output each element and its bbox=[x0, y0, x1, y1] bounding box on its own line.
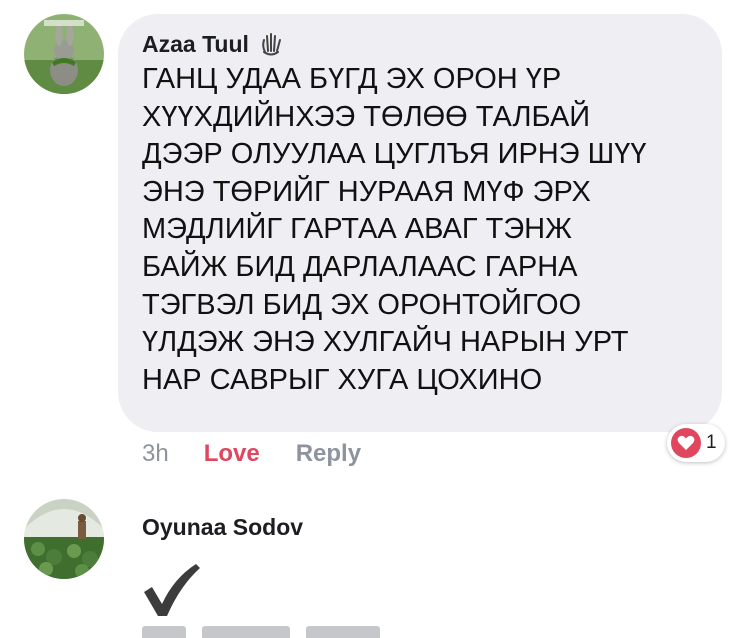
avatar-azaa-tuul[interactable] bbox=[24, 14, 104, 94]
waving-hand-icon bbox=[257, 30, 285, 58]
comment-timestamp[interactable]: 3h bbox=[142, 440, 169, 468]
heart-icon bbox=[669, 426, 703, 460]
comment-author-azaa-tuul[interactable]: Azaa Tuul bbox=[142, 30, 285, 58]
love-button[interactable]: Love bbox=[204, 440, 260, 468]
comment-text: ГАНЦ УДАА БҮГД ЭХ ОРОН ҮР ХҮҮХДИЙНХЭЭ ТӨ… bbox=[142, 63, 647, 396]
comment-actions: 3h Love Reply bbox=[142, 437, 361, 471]
avatar-oyunaa-sodov[interactable] bbox=[24, 499, 104, 579]
next-comment-actions-cut-off bbox=[142, 626, 402, 638]
checkmark-icon bbox=[140, 560, 202, 620]
comment-author-oyunaa-sodov[interactable]: Oyunaa Sodov bbox=[142, 514, 303, 541]
reply-button[interactable]: Reply bbox=[296, 440, 361, 468]
reaction-summary[interactable]: 1 bbox=[667, 424, 725, 462]
reaction-count: 1 bbox=[706, 432, 717, 453]
author-name[interactable]: Azaa Tuul bbox=[142, 31, 249, 58]
